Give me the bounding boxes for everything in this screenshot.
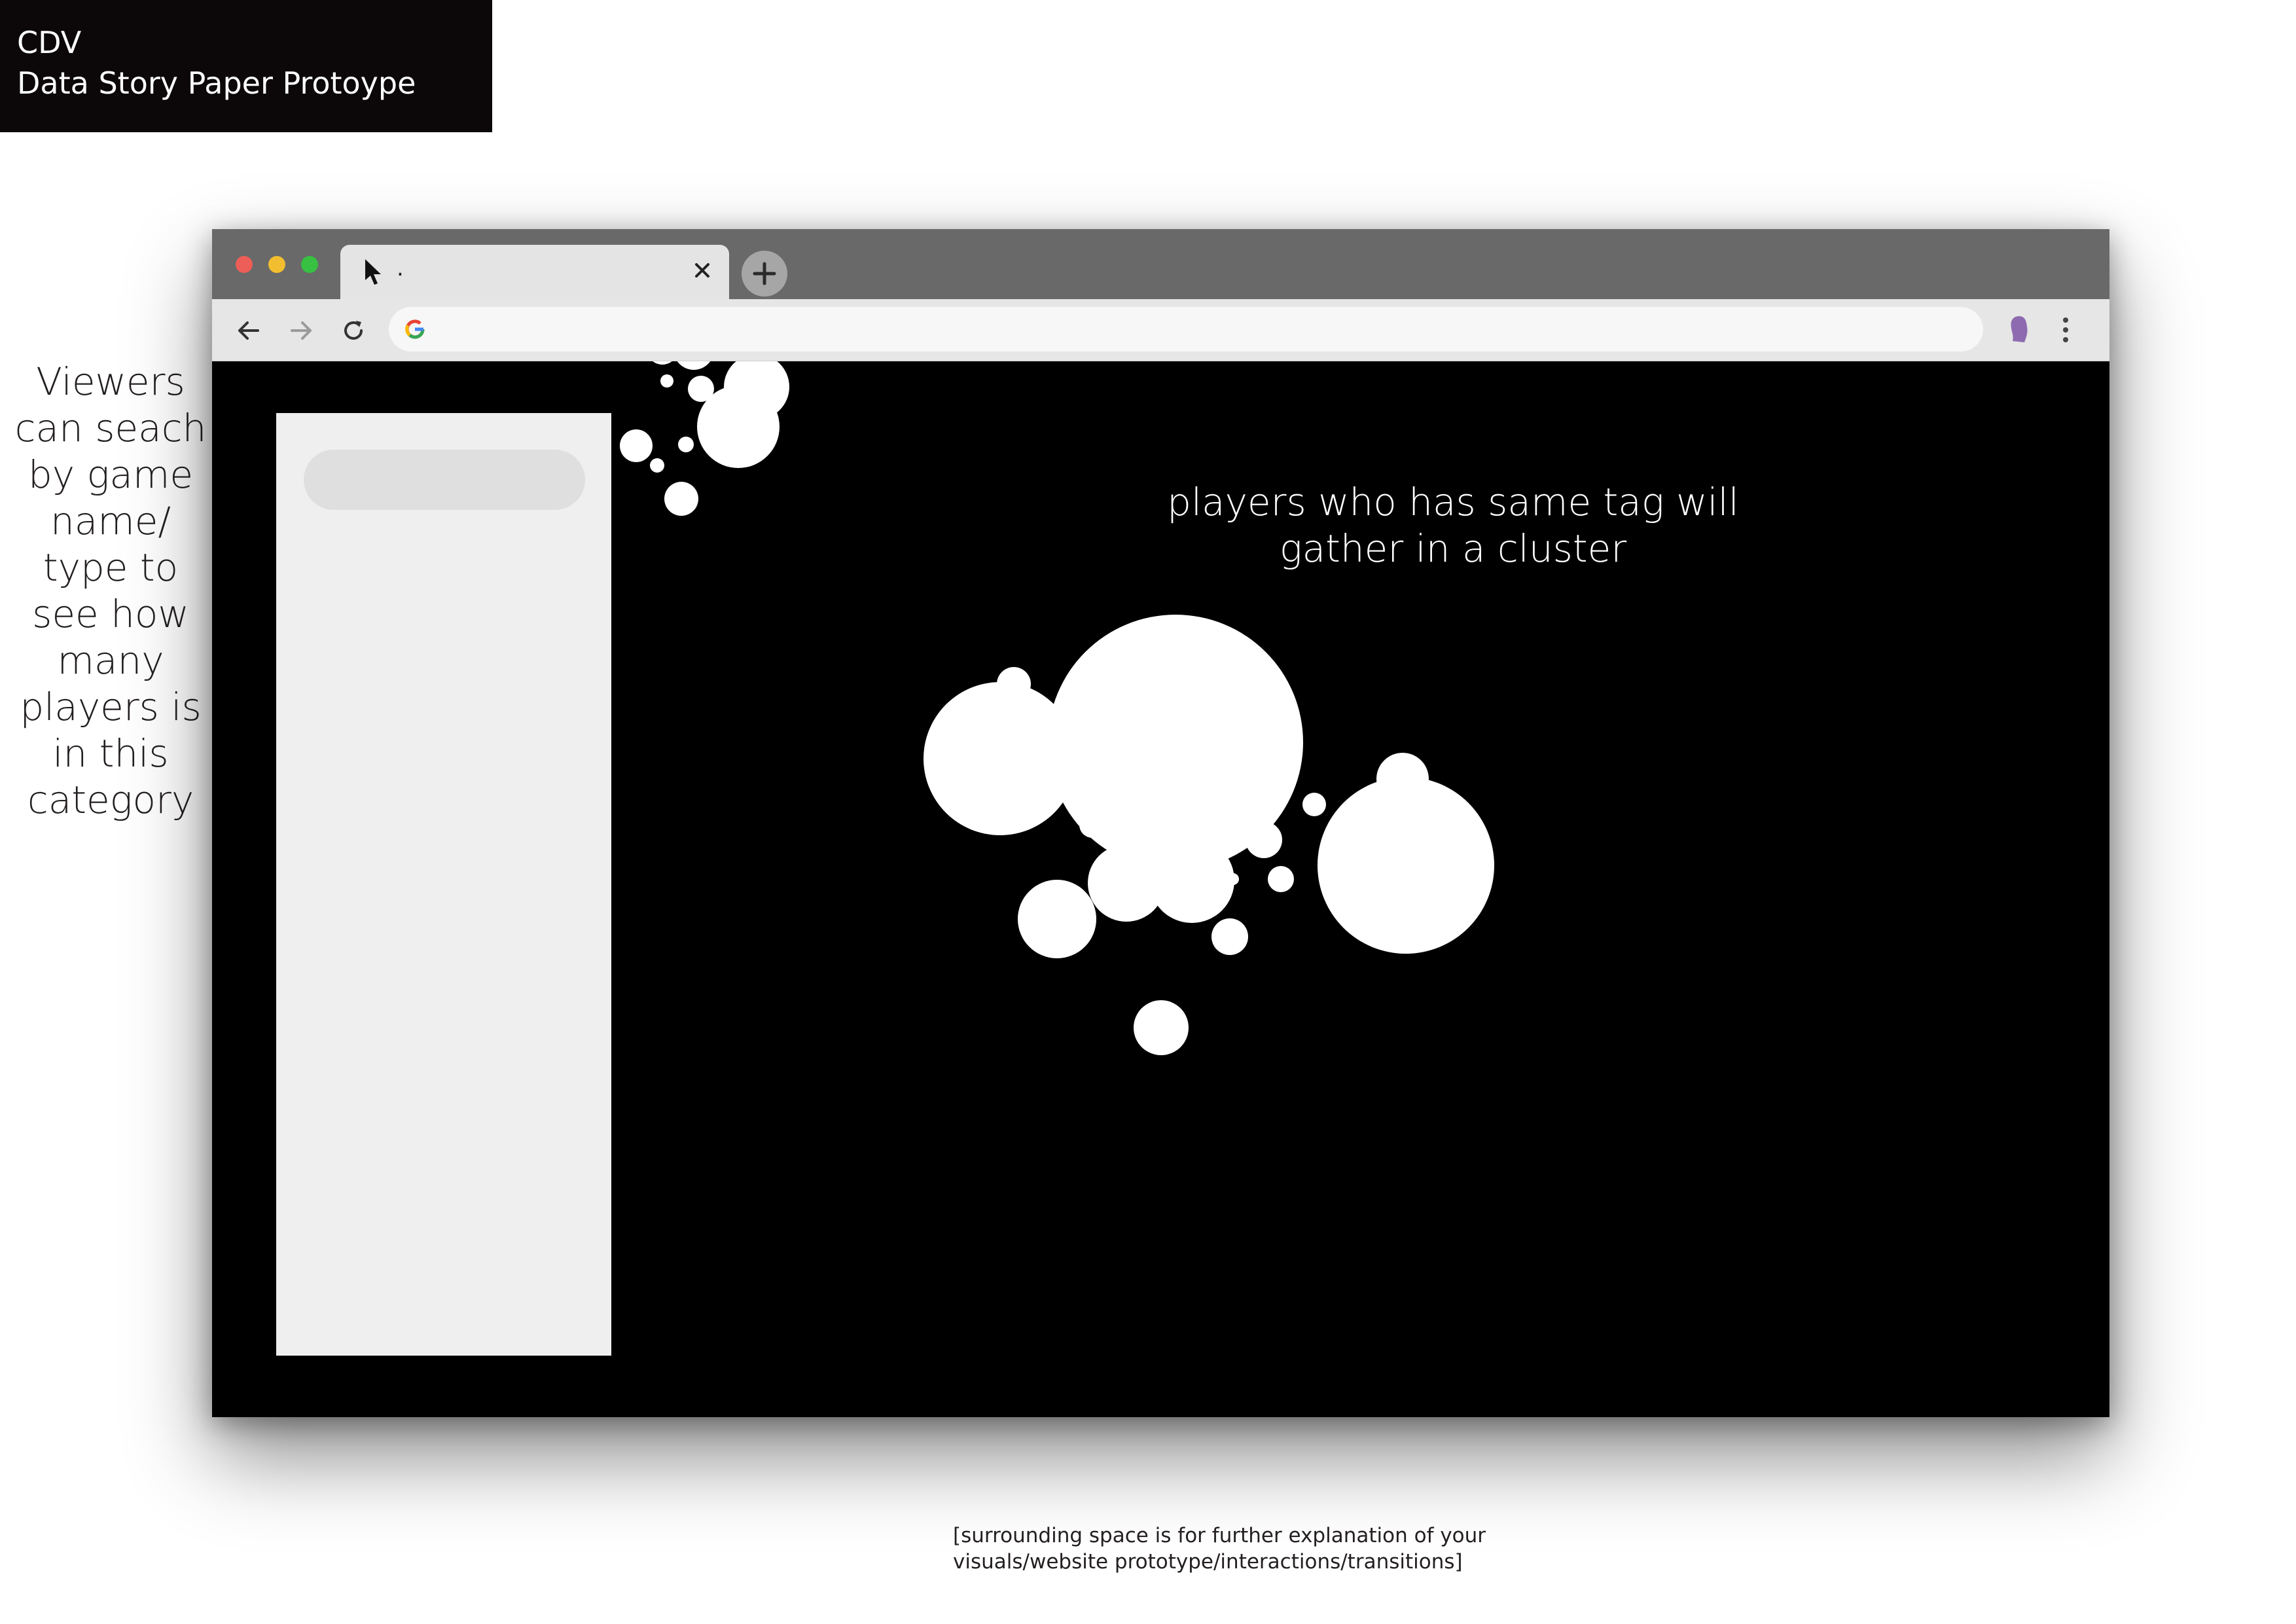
player-bubble-large-13[interactable] — [1197, 848, 1218, 869]
footer-note-line-1: [surrounding space is for further explan… — [953, 1524, 1486, 1547]
profile-avatar-icon[interactable] — [2006, 314, 2032, 346]
browser-titlebar: . — [212, 229, 2109, 299]
minimize-window-button[interactable] — [268, 256, 285, 273]
bubble-cluster-large — [924, 615, 1494, 1055]
cursor-arrow-icon — [365, 259, 381, 285]
back-arrow-icon[interactable] — [234, 316, 263, 345]
footer-note-line-2: visuals/website prototype/interactions/t… — [953, 1550, 1463, 1574]
header-title: Data Story Paper Protoype — [17, 65, 416, 101]
player-bubble-large-15[interactable] — [1246, 821, 1282, 858]
player-bubble-large-9[interactable] — [997, 667, 1031, 701]
player-bubble-small-3[interactable] — [647, 361, 678, 365]
bubble-cluster-small — [620, 361, 789, 516]
header-course: CDV — [17, 25, 82, 60]
tab-title: . — [397, 255, 404, 281]
player-bubble-small-10[interactable] — [650, 458, 664, 473]
player-bubble-clusters — [620, 361, 1494, 1055]
forward-arrow-icon[interactable] — [287, 316, 315, 345]
player-bubble-large-16[interactable] — [1268, 866, 1294, 892]
player-bubble-large-10[interactable] — [997, 716, 1031, 750]
player-bubble-small-4[interactable] — [673, 361, 714, 370]
player-bubble-large-8[interactable] — [1079, 812, 1105, 838]
player-bubble-large-18[interactable] — [1302, 793, 1326, 816]
player-bubble-small-11[interactable] — [664, 482, 698, 516]
close-window-button[interactable] — [236, 256, 253, 273]
reload-icon[interactable] — [339, 316, 368, 345]
browser-toolbar — [212, 299, 2109, 361]
maximize-window-button[interactable] — [301, 256, 318, 273]
new-tab-button[interactable] — [742, 251, 787, 297]
player-bubble-large-14[interactable] — [1229, 825, 1248, 845]
browser-window: . players who has same tag will gather i… — [212, 229, 2109, 1417]
player-bubble-large-5[interactable] — [1018, 880, 1096, 958]
player-bubble-small-8[interactable] — [678, 437, 694, 452]
kebab-menu-icon[interactable] — [2059, 315, 2072, 345]
player-bubble-large-2[interactable] — [924, 682, 1077, 835]
player-bubble-large-11[interactable] — [1134, 1000, 1189, 1055]
player-bubble-large-12[interactable] — [1211, 918, 1248, 955]
address-bar[interactable] — [389, 307, 1983, 352]
close-icon[interactable] — [691, 259, 713, 281]
google-g-icon — [405, 319, 425, 339]
player-bubble-small-9[interactable] — [620, 429, 653, 462]
plus-icon — [753, 262, 776, 285]
player-bubble-large-17[interactable] — [1227, 873, 1239, 885]
browser-tab[interactable]: . — [340, 245, 729, 299]
side-annotation: Viewers can seach by game name/ type to … — [14, 359, 207, 822]
player-bubble-small-6[interactable] — [660, 374, 673, 388]
footer-note: [surrounding space is for further explan… — [953, 1523, 1542, 1575]
player-bubble-large-7[interactable] — [1318, 777, 1494, 954]
page: CDV Data Story Paper Protoype Viewers ca… — [0, 0, 2296, 1624]
player-bubble-large-4[interactable] — [1088, 844, 1165, 922]
header-label: CDV Data Story Paper Protoype — [0, 0, 492, 132]
player-bubble-small-7[interactable] — [697, 386, 780, 468]
web-page-content: players who has same tag will gather in … — [212, 361, 2109, 1417]
